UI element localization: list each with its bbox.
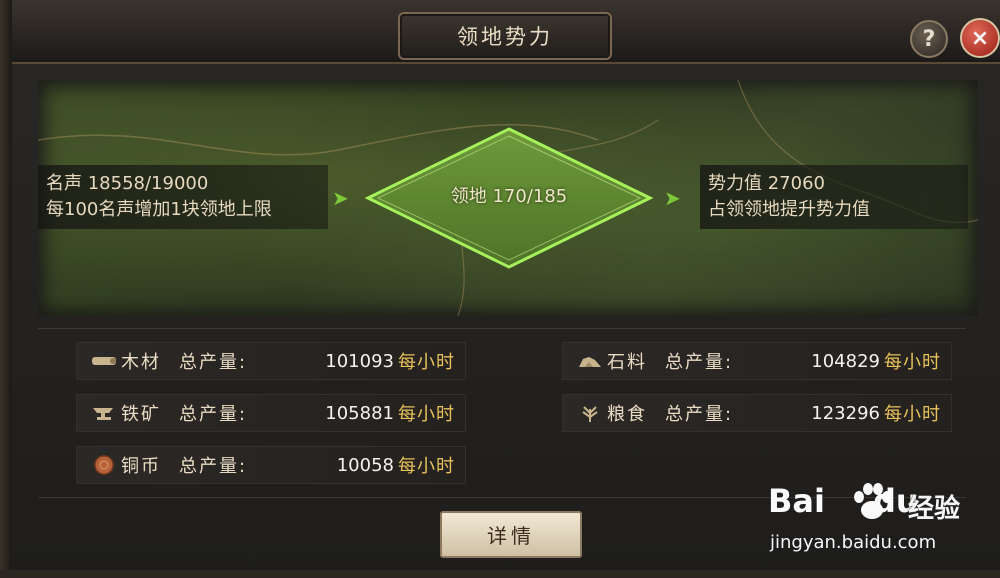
window-bottom-edge [0,570,1000,578]
resource-value: 105881 [325,402,394,424]
resource-label: 总产量: [179,404,248,425]
close-button[interactable]: × [960,18,1000,58]
resource-unit: 每小时 [398,352,455,373]
resource-name: 木材 [121,352,161,373]
resource-label: 总产量: [179,456,248,477]
details-button[interactable]: 详情 [440,511,582,558]
window-left-edge [0,0,12,578]
resource-label: 总产量: [179,352,248,373]
grain-icon [575,403,605,423]
resource-row-stone: 石料 总产量: 104829 每小时 [562,342,952,380]
power-info-box: 势力值 27060 占领领地提升势力值 [700,165,968,229]
resource-row-grain: 粮食 总产量: 123296 每小时 [562,394,952,432]
resource-unit: 每小时 [884,352,941,373]
resource-unit: 每小时 [398,404,455,425]
power-description: 占领领地提升势力值 [708,199,870,220]
window-title: 领地势力 [398,12,612,60]
arrow-right-icon: ➤ [332,186,349,210]
help-button[interactable]: ? [910,20,948,58]
resource-row-copper: 铜币 总产量: 10058 每小时 [76,446,466,484]
copper-coin-icon [89,455,119,475]
resource-value: 10058 [336,454,394,476]
baidu-paw-icon [854,483,892,519]
baidu-jingyan-watermark: Bai du 经验 jingyan.baidu.com [768,482,998,572]
wood-icon [89,351,119,371]
resource-value: 101093 [325,350,394,372]
resource-name: 铁矿 [121,404,161,425]
power-value: 势力值 27060 [708,173,825,194]
iron-anvil-icon [89,403,119,423]
resource-unit: 每小时 [884,404,941,425]
resource-value: 104829 [811,350,880,372]
resource-name: 石料 [607,352,647,373]
divider [38,328,966,329]
baidu-logo-text: Bai du [768,482,919,520]
resource-label: 总产量: [665,352,734,373]
stone-icon [575,351,605,371]
resource-name: 铜币 [121,456,161,477]
resource-value: 123296 [811,402,880,424]
territory-count: 领地 170/185 [450,186,568,207]
fame-description: 每100名声增加1块领地上限 [46,199,272,220]
jingyan-text: 经验 [908,494,961,524]
watermark-url: jingyan.baidu.com [770,532,937,553]
resource-row-iron: 铁矿 总产量: 105881 每小时 [76,394,466,432]
arrow-right-icon: ➤ [664,186,681,210]
resource-label: 总产量: [665,404,734,425]
fame-info-box: 名声 18558/19000 每100名声增加1块领地上限 [38,165,328,229]
fame-value: 名声 18558/19000 [46,173,209,194]
resource-row-wood: 木材 总产量: 101093 每小时 [76,342,466,380]
resource-name: 粮食 [607,404,647,425]
resource-unit: 每小时 [398,456,455,477]
